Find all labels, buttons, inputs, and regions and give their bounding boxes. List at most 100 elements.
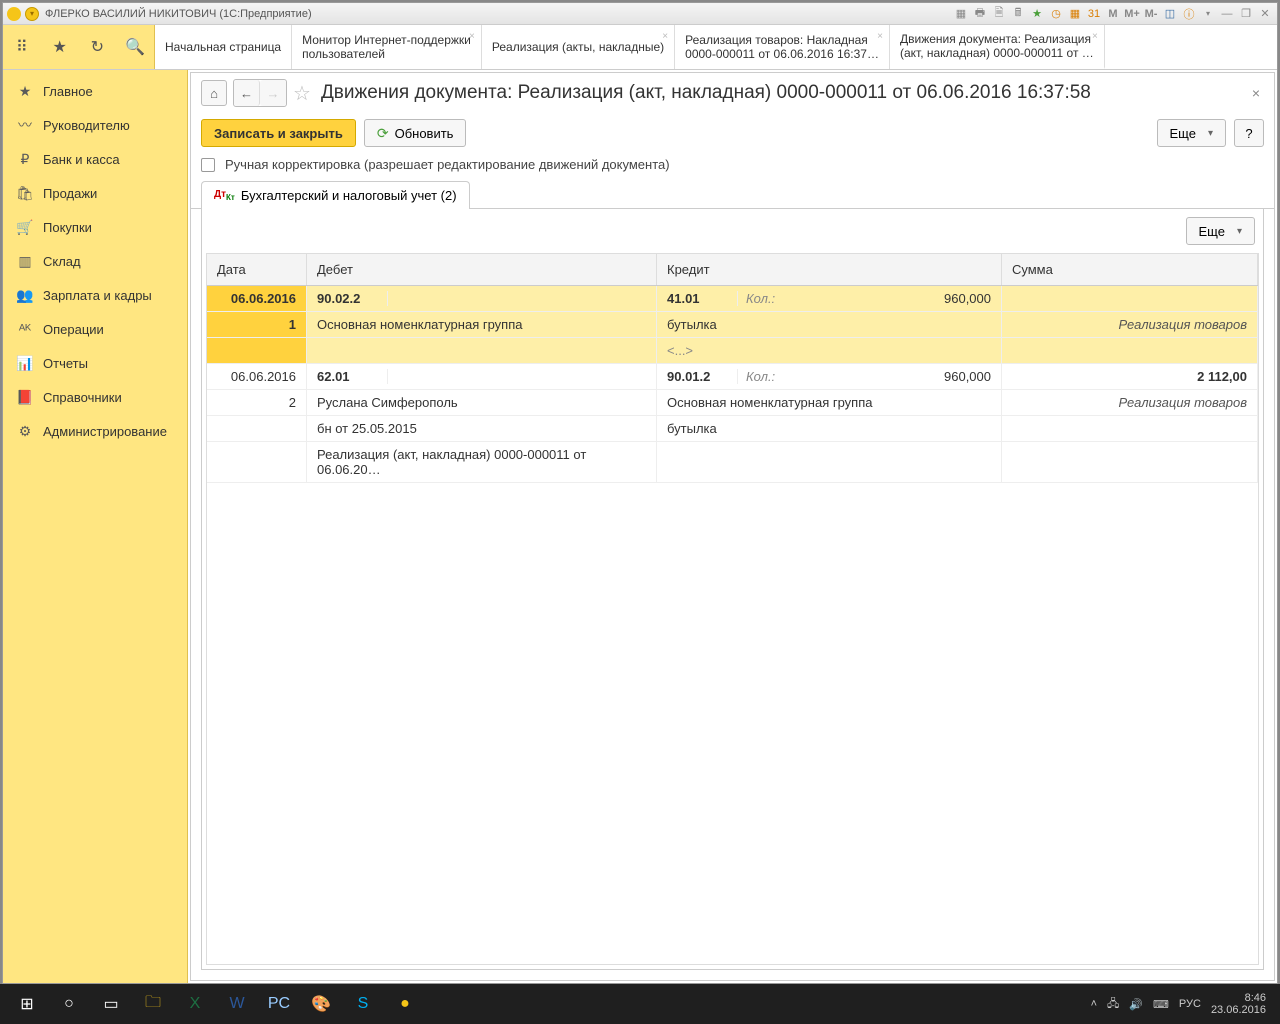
page-title: Движения документа: Реализация (акт, нак… <box>321 82 1091 104</box>
sidebar-item-label: Банк и касса <box>43 152 120 167</box>
close-page-button[interactable]: × <box>1248 85 1264 101</box>
apps-icon[interactable]: ⠿ <box>10 35 34 59</box>
tab-movements[interactable]: × Движения документа: Реализация (акт, н… <box>890 25 1105 69</box>
close-button[interactable]: ✕ <box>1257 6 1273 22</box>
forward-button[interactable]: → <box>260 80 286 106</box>
close-icon[interactable]: × <box>662 31 668 42</box>
tray-sound-icon[interactable]: 🔊 <box>1129 998 1143 1011</box>
tab-realization-list[interactable]: × Реализация (акты, накладные) <box>482 25 675 69</box>
sidebar-item-operations[interactable]: ᴬᴷОперации <box>3 312 187 346</box>
cell-credit <box>657 442 1002 483</box>
m-button[interactable]: M <box>1105 6 1121 22</box>
accounting-grid[interactable]: Дата Дебет Кредит Сумма 06.06.2016 90.02… <box>206 253 1259 965</box>
tab-realization-doc[interactable]: × Реализация товаров: Накладная 0000-000… <box>675 25 890 69</box>
sidebar-item-sales[interactable]: 🛍Продажи <box>3 176 187 210</box>
credit-line: Основная номенклатурная группа <box>667 395 991 410</box>
search-icon[interactable]: 🔍 <box>123 35 147 59</box>
minimize-button[interactable]: — <box>1219 6 1235 22</box>
sidebar-item-label: Администрирование <box>43 424 167 439</box>
debit-line: Основная номенклатурная группа <box>317 317 646 332</box>
clock-icon[interactable]: ◷ <box>1048 6 1064 22</box>
explorer-icon[interactable]: 🗀 <box>132 988 174 1020</box>
info-icon[interactable]: ⓘ <box>1181 6 1197 22</box>
tab-monitor[interactable]: × Монитор Интернет-поддержки пользовател… <box>292 25 482 69</box>
panel-commands: Еще <box>202 209 1263 253</box>
close-icon[interactable]: × <box>877 31 883 42</box>
ruble-icon: ₽ <box>17 151 33 167</box>
sidebar-item-catalogs[interactable]: 📕Справочники <box>3 380 187 414</box>
sidebar: ★Главное 〰Руководителю ₽ Банк и касса 🛍Пр… <box>3 70 188 983</box>
word-icon[interactable]: W <box>216 988 258 1020</box>
tab-accounting[interactable]: ДтКт Бухгалтерский и налоговый учет (2) <box>201 181 470 209</box>
close-icon[interactable]: × <box>469 31 475 42</box>
table-row[interactable]: бн от 25.05.2015 бутылка <box>207 416 1258 442</box>
tray-network-icon[interactable]: 🖧 <box>1107 995 1119 1014</box>
panel-icon[interactable]: ◫ <box>1162 6 1178 22</box>
tray-chevron-icon[interactable]: ˄ <box>1091 998 1097 1010</box>
help-button[interactable]: ? <box>1234 119 1264 147</box>
grid-icon[interactable]: ▦ <box>953 6 969 22</box>
sidebar-item-manager[interactable]: 〰Руководителю <box>3 108 187 142</box>
table-row[interactable]: 06.06.2016 62.01 90.01.2 Кол.: 960,000 2… <box>207 364 1258 390</box>
doc-icon[interactable]: 🗎 <box>991 6 1007 22</box>
table-row[interactable]: <...> <box>207 338 1258 364</box>
debit-account: 62.01 <box>317 369 387 384</box>
search-button[interactable]: ○ <box>48 988 90 1020</box>
maximize-button[interactable]: ❐ <box>1238 6 1254 22</box>
manual-edit-checkbox[interactable] <box>201 158 215 172</box>
table-row[interactable]: Реализация (акт, накладная) 0000-000011 … <box>207 442 1258 483</box>
cell-sum: Реализация товаров <box>1002 312 1258 338</box>
tabstrip: ДтКт Бухгалтерский и налоговый учет (2) <box>191 180 1274 209</box>
more-button[interactable]: Еще <box>1157 119 1226 147</box>
mplus-button[interactable]: M+ <box>1124 6 1140 22</box>
pc-icon[interactable]: PC <box>258 988 300 1020</box>
dropdown-icon[interactable]: ▾ <box>25 7 39 21</box>
col-credit[interactable]: Кредит <box>657 254 1002 285</box>
sidebar-item-purchases[interactable]: 🛒Покупки <box>3 210 187 244</box>
refresh-button[interactable]: ⟳Обновить <box>364 119 467 147</box>
start-button[interactable]: ⊞ <box>6 988 48 1020</box>
sidebar-item-main[interactable]: ★Главное <box>3 74 187 108</box>
fav-icon[interactable]: ★ <box>1029 6 1045 22</box>
back-button[interactable]: ← <box>234 80 260 106</box>
tray-keyboard-icon[interactable]: ⌨ <box>1153 998 1169 1011</box>
gear-icon: ⚙ <box>17 423 33 439</box>
favorite-icon[interactable]: ☆ <box>293 81 311 106</box>
taskview-button[interactable]: ▭ <box>90 988 132 1020</box>
col-debit[interactable]: Дебет <box>307 254 657 285</box>
debit-sub <box>387 369 477 384</box>
boxes-icon: ▥ <box>17 253 33 269</box>
home-button[interactable]: ⌂ <box>201 80 227 106</box>
sidebar-item-reports[interactable]: 📊Отчеты <box>3 346 187 380</box>
table-row[interactable]: 06.06.2016 90.02.2 41.01 Кол.: 960,000 <box>207 286 1258 312</box>
sidebar-item-label: Отчеты <box>43 356 88 371</box>
sidebar-item-bank[interactable]: ₽ Банк и касса <box>3 142 187 176</box>
calc-icon[interactable]: 🖩 <box>1010 6 1026 22</box>
cell-sum: 2 112,00 <box>1002 364 1258 390</box>
star-icon[interactable]: ★ <box>48 35 72 59</box>
sidebar-item-stock[interactable]: ▥Склад <box>3 244 187 278</box>
table-row[interactable]: 2 Руслана Симферополь Основная номенклат… <box>207 390 1258 416</box>
skype-icon[interactable]: S <box>342 988 384 1020</box>
col-date[interactable]: Дата <box>207 254 307 285</box>
print-icon[interactable]: 🖶 <box>972 6 988 22</box>
cal-icon[interactable]: ▦ <box>1067 6 1083 22</box>
col-sum[interactable]: Сумма <box>1002 254 1258 285</box>
sidebar-item-admin[interactable]: ⚙ Администрирование <box>3 414 187 448</box>
tab-start[interactable]: Начальная страница <box>155 25 292 69</box>
debit-line: Реализация (акт, накладная) 0000-000011 … <box>317 447 646 477</box>
table-row[interactable]: 1 Основная номенклатурная группа бутылка… <box>207 312 1258 338</box>
excel-icon[interactable]: X <box>174 988 216 1020</box>
history-icon[interactable]: ↻ <box>85 35 109 59</box>
sidebar-item-salary[interactable]: 👥Зарплата и кадры <box>3 278 187 312</box>
1c-icon[interactable]: ● <box>384 988 426 1020</box>
tray-lang[interactable]: РУС <box>1179 998 1201 1010</box>
close-icon[interactable]: × <box>1092 31 1098 42</box>
cal31-icon[interactable]: 31 <box>1086 6 1102 22</box>
panel-more-button[interactable]: Еще <box>1186 217 1255 245</box>
tray-clock[interactable]: 8:46 23.06.2016 <box>1211 992 1266 1016</box>
save-close-button[interactable]: Записать и закрыть <box>201 119 356 147</box>
info-dd-icon[interactable]: ▾ <box>1200 6 1216 22</box>
mminus-button[interactable]: M- <box>1143 6 1159 22</box>
paint-icon[interactable]: 🎨 <box>300 988 342 1020</box>
